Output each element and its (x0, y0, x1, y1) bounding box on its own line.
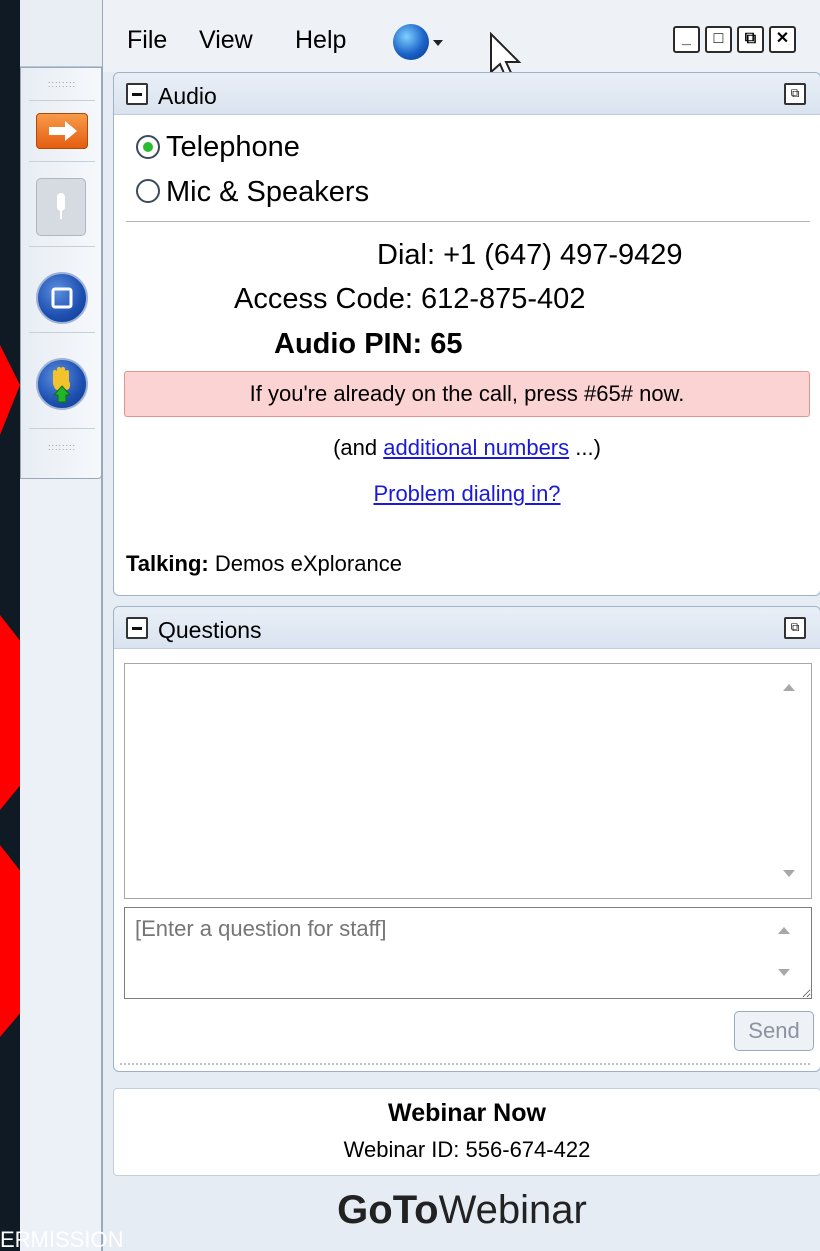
arrow-right-icon (49, 121, 77, 141)
menu-help[interactable]: Help (295, 26, 346, 55)
question-input[interactable] (124, 907, 812, 999)
divider (29, 246, 95, 247)
radio-mic-speakers[interactable] (136, 179, 160, 203)
background-caption: ERMISSION (0, 1227, 124, 1251)
talking-name: Demos eXplorance (214, 551, 402, 576)
restore-button[interactable]: ⧉ (737, 26, 764, 53)
webinar-name: Webinar Now (388, 1099, 546, 1127)
microphone-button[interactable] (36, 178, 86, 236)
screen-icon (51, 287, 73, 309)
problem-dialing-link[interactable]: Problem dialing in? (373, 481, 560, 506)
input-scroll-down-icon[interactable] (778, 969, 790, 976)
grip-top-icon[interactable]: :::::::: (45, 80, 79, 89)
mic-speakers-label[interactable]: Mic & Speakers (166, 176, 369, 209)
language-globe-icon[interactable] (393, 24, 429, 60)
gotowebinar-control-panel: File View Help _ □ ⧉ ✕ Audio ⧉ Telephone… (102, 0, 820, 1251)
popout-audio-button[interactable]: ⧉ (784, 83, 806, 105)
talking-label: Talking: (126, 551, 209, 576)
menu-file[interactable]: File (127, 26, 167, 55)
additional-numbers-link[interactable]: additional numbers (383, 435, 569, 460)
popout-questions-button[interactable]: ⧉ (784, 617, 806, 639)
audio-title: Audio (158, 83, 217, 109)
scroll-down-icon[interactable] (783, 870, 795, 877)
control-toolbar: :::::::::::::::: (20, 0, 102, 1251)
questions-panel-header: Questions ⧉ (114, 607, 820, 649)
call-notice: If you're already on the call, press #65… (124, 371, 810, 417)
divider (29, 332, 95, 333)
divider (29, 428, 95, 429)
scroll-up-icon[interactable] (783, 684, 795, 691)
additional-suffix: ...) (569, 435, 601, 460)
dial-number: Dial: +1 (647) 497-9429 (377, 239, 683, 271)
maximize-button[interactable]: □ (705, 26, 732, 53)
additional-numbers-line: (and additional numbers ...) (114, 435, 820, 461)
telephone-label[interactable]: Telephone (166, 131, 300, 164)
minimize-button[interactable]: _ (673, 26, 700, 53)
gotowebinar-logo: GoToWebinar (103, 1188, 820, 1233)
collapse-questions-button[interactable] (126, 617, 148, 639)
webinar-info: Webinar Now Webinar ID: 556-674-422 (113, 1088, 820, 1176)
questions-log[interactable] (124, 663, 812, 899)
raise-hand-icon (52, 367, 72, 403)
show-hide-panel-button[interactable] (36, 113, 88, 149)
talking-status: Talking: Demos eXplorance (126, 551, 402, 577)
collapse-audio-button[interactable] (126, 83, 148, 105)
input-scroll-up-icon[interactable] (778, 927, 790, 934)
audio-panel-header: Audio ⧉ (114, 73, 820, 115)
raise-hand-button[interactable] (36, 358, 88, 410)
chevron-down-icon[interactable] (433, 40, 443, 46)
menu-view[interactable]: View (199, 26, 253, 55)
divider (29, 100, 95, 101)
menu-bar: File View Help _ □ ⧉ ✕ (103, 0, 820, 82)
audio-panel: Audio ⧉ Telephone Mic & Speakers Dial: +… (113, 72, 820, 596)
resize-grip[interactable] (120, 1063, 810, 1065)
radio-telephone[interactable] (136, 135, 160, 159)
questions-panel: Questions ⧉ Send (113, 606, 820, 1072)
toolbar-panel: :::::::::::::::: (20, 67, 102, 479)
divider (29, 161, 95, 162)
brand-goto: GoTo (337, 1188, 439, 1232)
access-code: Access Code: 612-875-402 (234, 283, 586, 315)
screen-share-button[interactable] (36, 272, 88, 324)
toolbar-top-strip (20, 0, 102, 67)
brand-webinar: Webinar (438, 1188, 587, 1232)
audio-pin: Audio PIN: 65 (274, 328, 463, 360)
red-arrow-top-icon (0, 345, 20, 435)
send-button[interactable]: Send (734, 1011, 814, 1051)
problem-dialing-line: Problem dialing in? (114, 481, 820, 507)
microphone-icon (57, 193, 65, 219)
questions-title: Questions (158, 617, 262, 643)
webinar-id: Webinar ID: 556-674-422 (343, 1137, 591, 1162)
close-button[interactable]: ✕ (769, 26, 796, 53)
grip-bottom-icon[interactable]: :::::::: (45, 443, 79, 452)
divider (126, 221, 810, 222)
additional-prefix: (and (333, 435, 384, 460)
